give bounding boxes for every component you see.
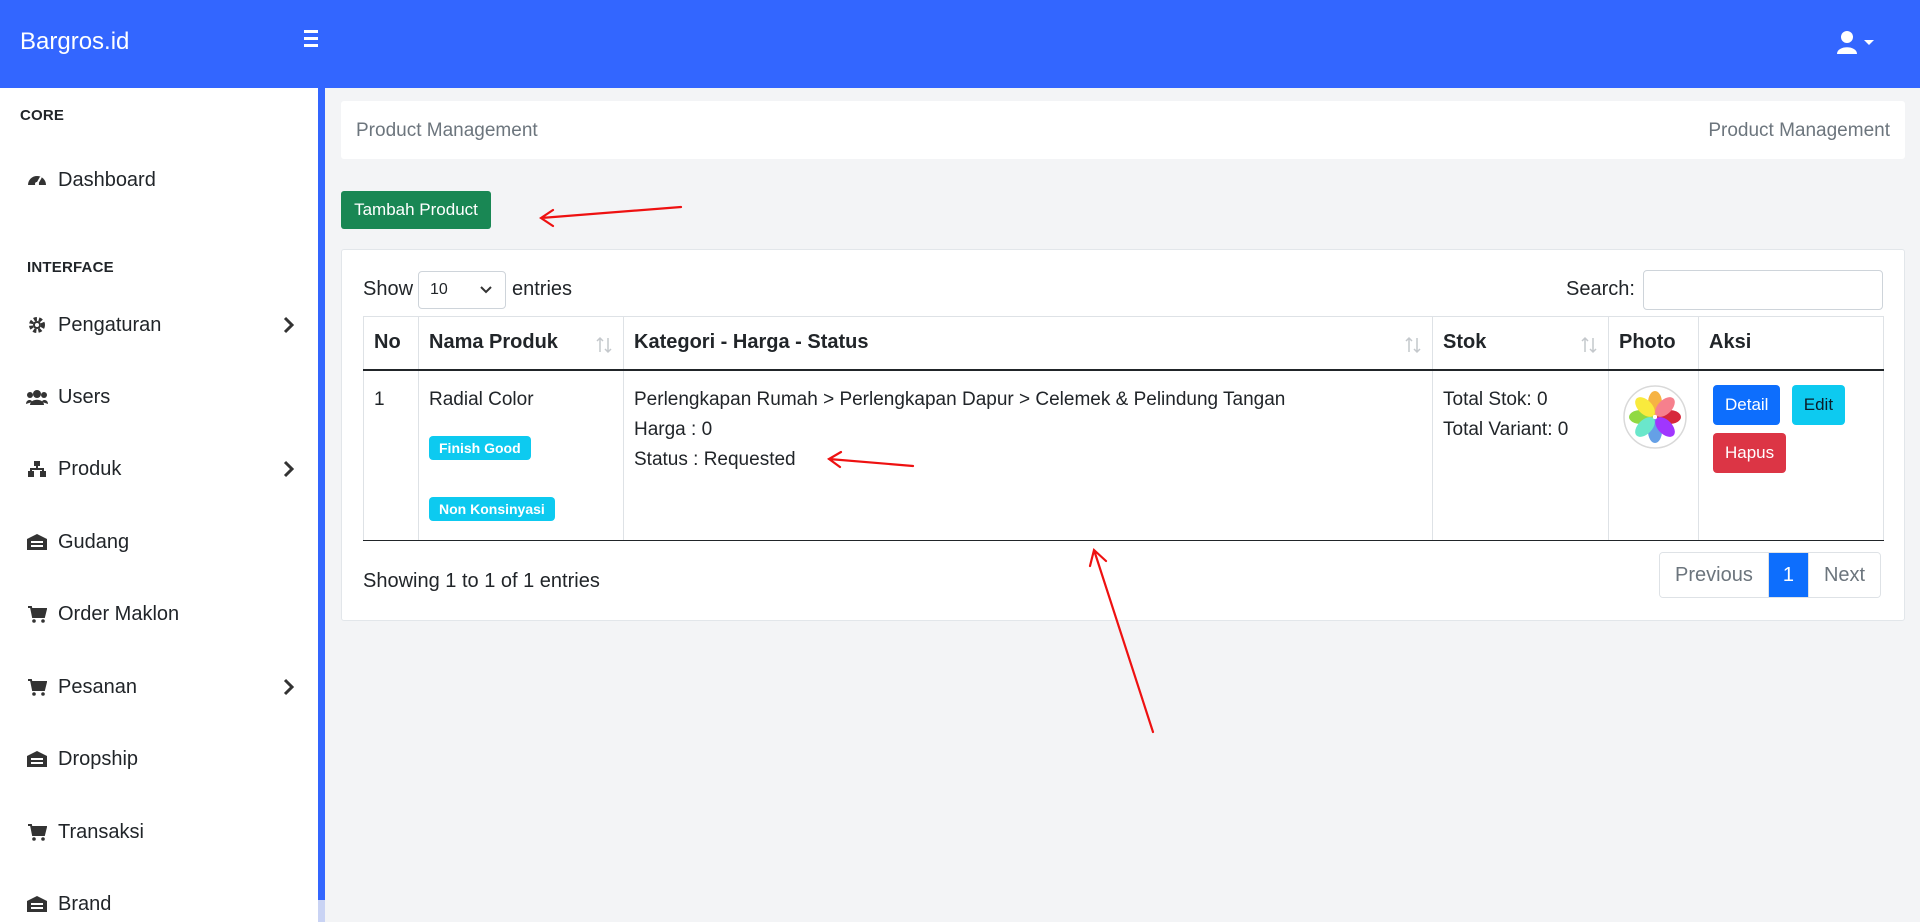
product-table: No Nama Produk Kategori - Harga - Status… <box>363 316 1884 541</box>
warehouse-icon <box>26 532 48 552</box>
product-table-card: Show 10 entries Search: No Nama Produk K… <box>341 249 1905 621</box>
chevron-right-icon <box>283 678 295 696</box>
page-title: Product Management <box>356 120 538 141</box>
sidebar-item-label: Users <box>58 385 111 408</box>
sidebar-item-label: Pesanan <box>58 675 137 698</box>
sidebar-item-transaksi[interactable]: Transaksi <box>26 812 296 852</box>
chevron-down-icon <box>480 286 492 294</box>
sidebar-item-pengaturan[interactable]: Pengaturan <box>26 305 296 345</box>
cell-aksi: Detail Edit Hapus <box>1698 369 1884 541</box>
sort-icon <box>1581 336 1597 354</box>
search-label: Search: <box>1566 278 1635 300</box>
delete-button[interactable]: Hapus <box>1713 432 1787 473</box>
sidebar-item-label: Brand <box>58 892 112 915</box>
cart-icon <box>26 604 48 624</box>
sidebar-item-users[interactable]: Users <box>26 377 296 417</box>
column-header-nama-produk[interactable]: Nama Produk <box>418 316 624 371</box>
badge-finish-good: Finish Good <box>429 435 531 460</box>
pagination-page-1[interactable]: 1 <box>1768 553 1808 597</box>
breadcrumb: Product Management Product Management <box>341 101 1905 159</box>
sidebar-scrollbar[interactable] <box>318 88 325 922</box>
table-header-row: No Nama Produk Kategori - Harga - Status… <box>363 316 1884 371</box>
product-price: Harga : 0 <box>634 418 713 440</box>
sidebar-item-produk[interactable]: Produk <box>26 449 296 489</box>
cell-stok: Total Stok: 0 Total Variant: 0 <box>1432 369 1609 541</box>
cell-kategori: Perlengkapan Rumah > Perlengkapan Dapur … <box>623 369 1433 541</box>
sidebar-item-label: Gudang <box>58 530 130 553</box>
edit-button[interactable]: Edit <box>1791 384 1846 425</box>
warehouse-icon <box>26 749 48 769</box>
sort-icon <box>1405 336 1421 354</box>
brand-logo[interactable]: Bargros.id <box>20 28 129 56</box>
top-navbar: Bargros.id <box>0 0 1920 88</box>
entries-select-value: 10 <box>430 281 448 298</box>
sidebar-heading-core: CORE <box>20 107 65 124</box>
annotation-arrow-add <box>539 205 683 228</box>
pagination: Previous 1 Next <box>1659 552 1882 598</box>
sort-icon <box>596 336 612 354</box>
total-variant: Total Variant: 0 <box>1443 418 1569 440</box>
product-category: Perlengkapan Rumah > Perlengkapan Dapur … <box>634 388 1286 410</box>
column-header-aksi: Aksi <box>1698 316 1884 371</box>
warehouse-icon <box>26 894 48 914</box>
sitemap-icon <box>26 459 48 479</box>
column-header-stok[interactable]: Stok <box>1432 316 1609 371</box>
sidebar: CORE Dashboard INTERFACE Pengaturan User… <box>0 88 318 922</box>
sidebar-item-label: Order Maklon <box>58 602 180 625</box>
sidebar-item-order-maklon[interactable]: Order Maklon <box>26 594 296 634</box>
user-dropdown[interactable] <box>1836 30 1884 58</box>
badge-non-konsinyasi: Non Konsinyasi <box>429 496 555 521</box>
breadcrumb-current: Product Management <box>1708 120 1890 141</box>
user-icon <box>1837 31 1874 54</box>
sidebar-scrollbar-track <box>318 900 325 922</box>
cell-nama-produk: Radial Color Finish Good Non Konsinyasi <box>418 369 624 541</box>
sidebar-heading-interface: INTERFACE <box>27 259 114 276</box>
cart-icon <box>26 677 48 697</box>
product-status: Status : Requested <box>634 448 796 470</box>
table-info: Showing 1 to 1 of 1 entries <box>363 570 600 592</box>
pagination-previous[interactable]: Previous <box>1660 553 1769 597</box>
column-header-photo: Photo <box>1608 316 1699 371</box>
column-header-kategori[interactable]: Kategori - Harga - Status <box>623 316 1433 371</box>
table-row: 1 Radial Color Finish Good Non Konsinyas… <box>363 369 1884 541</box>
entries-label: entries <box>512 278 573 300</box>
gauge-icon <box>26 170 48 190</box>
detail-button[interactable]: Detail <box>1713 384 1781 425</box>
hamburger-icon[interactable] <box>304 30 326 56</box>
pagination-next[interactable]: Next <box>1807 553 1881 597</box>
show-label: Show <box>363 278 414 300</box>
sidebar-item-dropship[interactable]: Dropship <box>26 739 296 779</box>
search-input[interactable] <box>1643 270 1883 310</box>
sidebar-item-label: Transaksi <box>58 820 144 843</box>
cell-photo <box>1608 369 1699 541</box>
photos-app-icon[interactable] <box>1623 384 1687 449</box>
sidebar-item-label: Dashboard <box>58 168 156 191</box>
gear-icon <box>26 315 48 335</box>
sidebar-item-label: Produk <box>58 457 122 480</box>
sidebar-item-gudang[interactable]: Gudang <box>26 522 296 562</box>
column-header-no[interactable]: No <box>363 316 419 371</box>
sidebar-item-label: Dropship <box>58 747 139 770</box>
total-stock: Total Stok: 0 <box>1443 388 1548 410</box>
sidebar-item-dashboard[interactable]: Dashboard <box>26 160 296 200</box>
chevron-right-icon <box>283 316 295 334</box>
add-product-button[interactable]: Tambah Product <box>341 191 491 229</box>
cell-no: 1 <box>363 369 419 541</box>
users-icon <box>26 387 48 407</box>
sidebar-item-label: Pengaturan <box>58 313 162 336</box>
sidebar-item-pesanan[interactable]: Pesanan <box>26 667 296 707</box>
sidebar-item-brand[interactable]: Brand <box>26 884 296 922</box>
entries-select[interactable]: 10 <box>418 271 506 309</box>
cart-icon <box>26 822 48 842</box>
product-name: Radial Color <box>429 388 534 410</box>
chevron-right-icon <box>283 460 295 478</box>
